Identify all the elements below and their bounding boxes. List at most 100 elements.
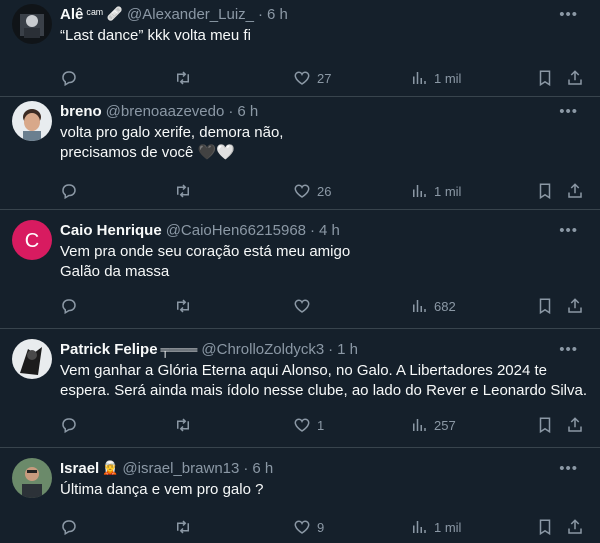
tweet-text-line: Vem pra onde seu coração está meu amigo [60,243,351,260]
retweet-button[interactable] [174,413,192,437]
more-icon[interactable]: ••• [559,222,578,239]
timestamp[interactable]: 6 h [237,103,258,120]
like-button[interactable]: 9 [293,515,324,539]
bookmark-button[interactable] [536,413,554,437]
timestamp[interactable]: 1 h [337,341,358,358]
views-button[interactable]: 682 [410,294,456,318]
avatar-letter: C [25,230,39,252]
display-name[interactable]: Patrick Felipe [60,341,158,358]
bookmark-icon [539,519,551,536]
separator-dot: · [328,340,334,358]
username[interactable]: @Alexander_Luiz_ [127,6,254,23]
retweet-icon [177,299,189,313]
reply-icon [62,184,76,200]
timestamp[interactable]: 4 h [319,222,340,239]
retweet-icon [177,184,189,198]
view-count: 1 mil [434,519,462,535]
avatar[interactable] [12,4,52,44]
display-name[interactable]: Alê [60,6,83,23]
bookmark-icon [539,183,551,200]
reply-button[interactable] [60,294,78,318]
tweet-header: Caio Henrique @CaioHen66215968 · 4 h ••• [60,220,584,240]
tweet[interactable]: Alê ᶜᵃᵐ 🩹 @Alexander_Luiz_ · 6 h ••• “La… [0,0,600,97]
display-name[interactable]: Israel [60,460,99,477]
display-name[interactable]: breno [60,103,102,120]
more-icon[interactable]: ••• [559,341,578,358]
bookmark-button[interactable] [536,66,554,90]
tweet-text: “Last dance” kkk volta meu fi [60,26,584,46]
heart-icon [294,184,310,198]
reply-button[interactable] [60,515,78,539]
username[interactable]: @israel_brawn13 [122,460,239,477]
view-count: 1 mil [434,70,462,86]
bookmark-button[interactable] [536,179,554,203]
like-count: 27 [317,70,332,86]
tweet-header: Israel 🧝 @israel_brawn13 · 6 h ••• [60,458,584,478]
like-count: 9 [317,519,325,535]
like-button[interactable] [293,294,311,318]
views-button[interactable]: 1 mil [410,179,461,203]
retweet-button[interactable] [174,66,192,90]
tweet-text-line: Galão da massa [60,263,170,280]
views-button[interactable]: 1 mil [410,515,461,539]
tweet-text: Última dança e vem pro galo ? [60,480,584,500]
tweet[interactable]: C Caio Henrique @CaioHen66215968 · 4 h •… [0,210,600,329]
reply-icon [62,71,76,87]
tweet[interactable]: Patrick Felipe ╤═══ @ChrolloZoldyck3 · 1… [0,329,600,448]
views-icon [413,72,426,84]
tweet-header: breno @brenoaazevedo · 6 h ••• [60,101,584,121]
more-icon[interactable]: ••• [559,460,578,477]
timestamp[interactable]: 6 h [267,6,288,23]
share-icon [568,298,582,313]
reply-button[interactable] [60,66,78,90]
views-icon [413,185,426,197]
name-emoji: 🧝 [102,460,119,475]
tweet[interactable]: Israel 🧝 @israel_brawn13 · 6 h ••• Últim… [0,448,600,543]
tweet-header: Alê ᶜᵃᵐ 🩹 @Alexander_Luiz_ · 6 h ••• [60,4,584,24]
separator-dot: · [258,5,264,23]
more-icon[interactable]: ••• [559,103,578,120]
views-icon [413,300,426,312]
avatar[interactable] [12,101,52,141]
username[interactable]: @CaioHen66215968 [166,222,306,239]
retweet-button[interactable] [174,179,192,203]
bookmark-icon [539,70,551,87]
separator-dot: · [243,459,249,477]
share-button[interactable] [566,66,584,90]
share-button[interactable] [566,515,584,539]
retweet-button[interactable] [174,515,192,539]
username[interactable]: @ChrolloZoldyck3 [201,341,324,358]
like-count: 1 [317,417,325,433]
views-icon [413,521,426,533]
like-button[interactable]: 1 [293,413,324,437]
bookmark-button[interactable] [536,294,554,318]
bookmark-icon [539,298,551,315]
more-icon[interactable]: ••• [559,6,578,23]
avatar[interactable]: C [12,220,52,260]
heart-icon [294,418,310,432]
reply-icon [62,299,76,315]
display-name[interactable]: Caio Henrique [60,222,162,239]
retweet-button[interactable] [174,294,192,318]
tweet-actions: 9 1 mil [60,515,584,539]
reply-button[interactable] [60,413,78,437]
avatar[interactable] [12,339,52,379]
tweet[interactable]: breno @brenoaazevedo · 6 h ••• volta pro… [0,97,600,210]
share-icon [568,70,582,85]
retweet-icon [177,71,189,85]
share-button[interactable] [566,413,584,437]
reply-button[interactable] [60,179,78,203]
username[interactable]: @brenoaazevedo [106,103,225,120]
tweet-text-line: Vem ganhar a Glória Eterna aqui Alonso, … [60,362,547,379]
like-button[interactable]: 26 [293,179,331,203]
timestamp[interactable]: 6 h [252,460,273,477]
like-button[interactable]: 27 [293,66,331,90]
views-button[interactable]: 1 mil [410,66,461,90]
share-button[interactable] [566,294,584,318]
avatar[interactable] [12,458,52,498]
share-button[interactable] [566,179,584,203]
views-button[interactable]: 257 [410,413,456,437]
tweet-text-line: Última dança e vem pro galo ? [60,481,264,498]
tweet-text-line: precisamos de você 🖤🤍 [60,144,235,161]
bookmark-button[interactable] [536,515,554,539]
